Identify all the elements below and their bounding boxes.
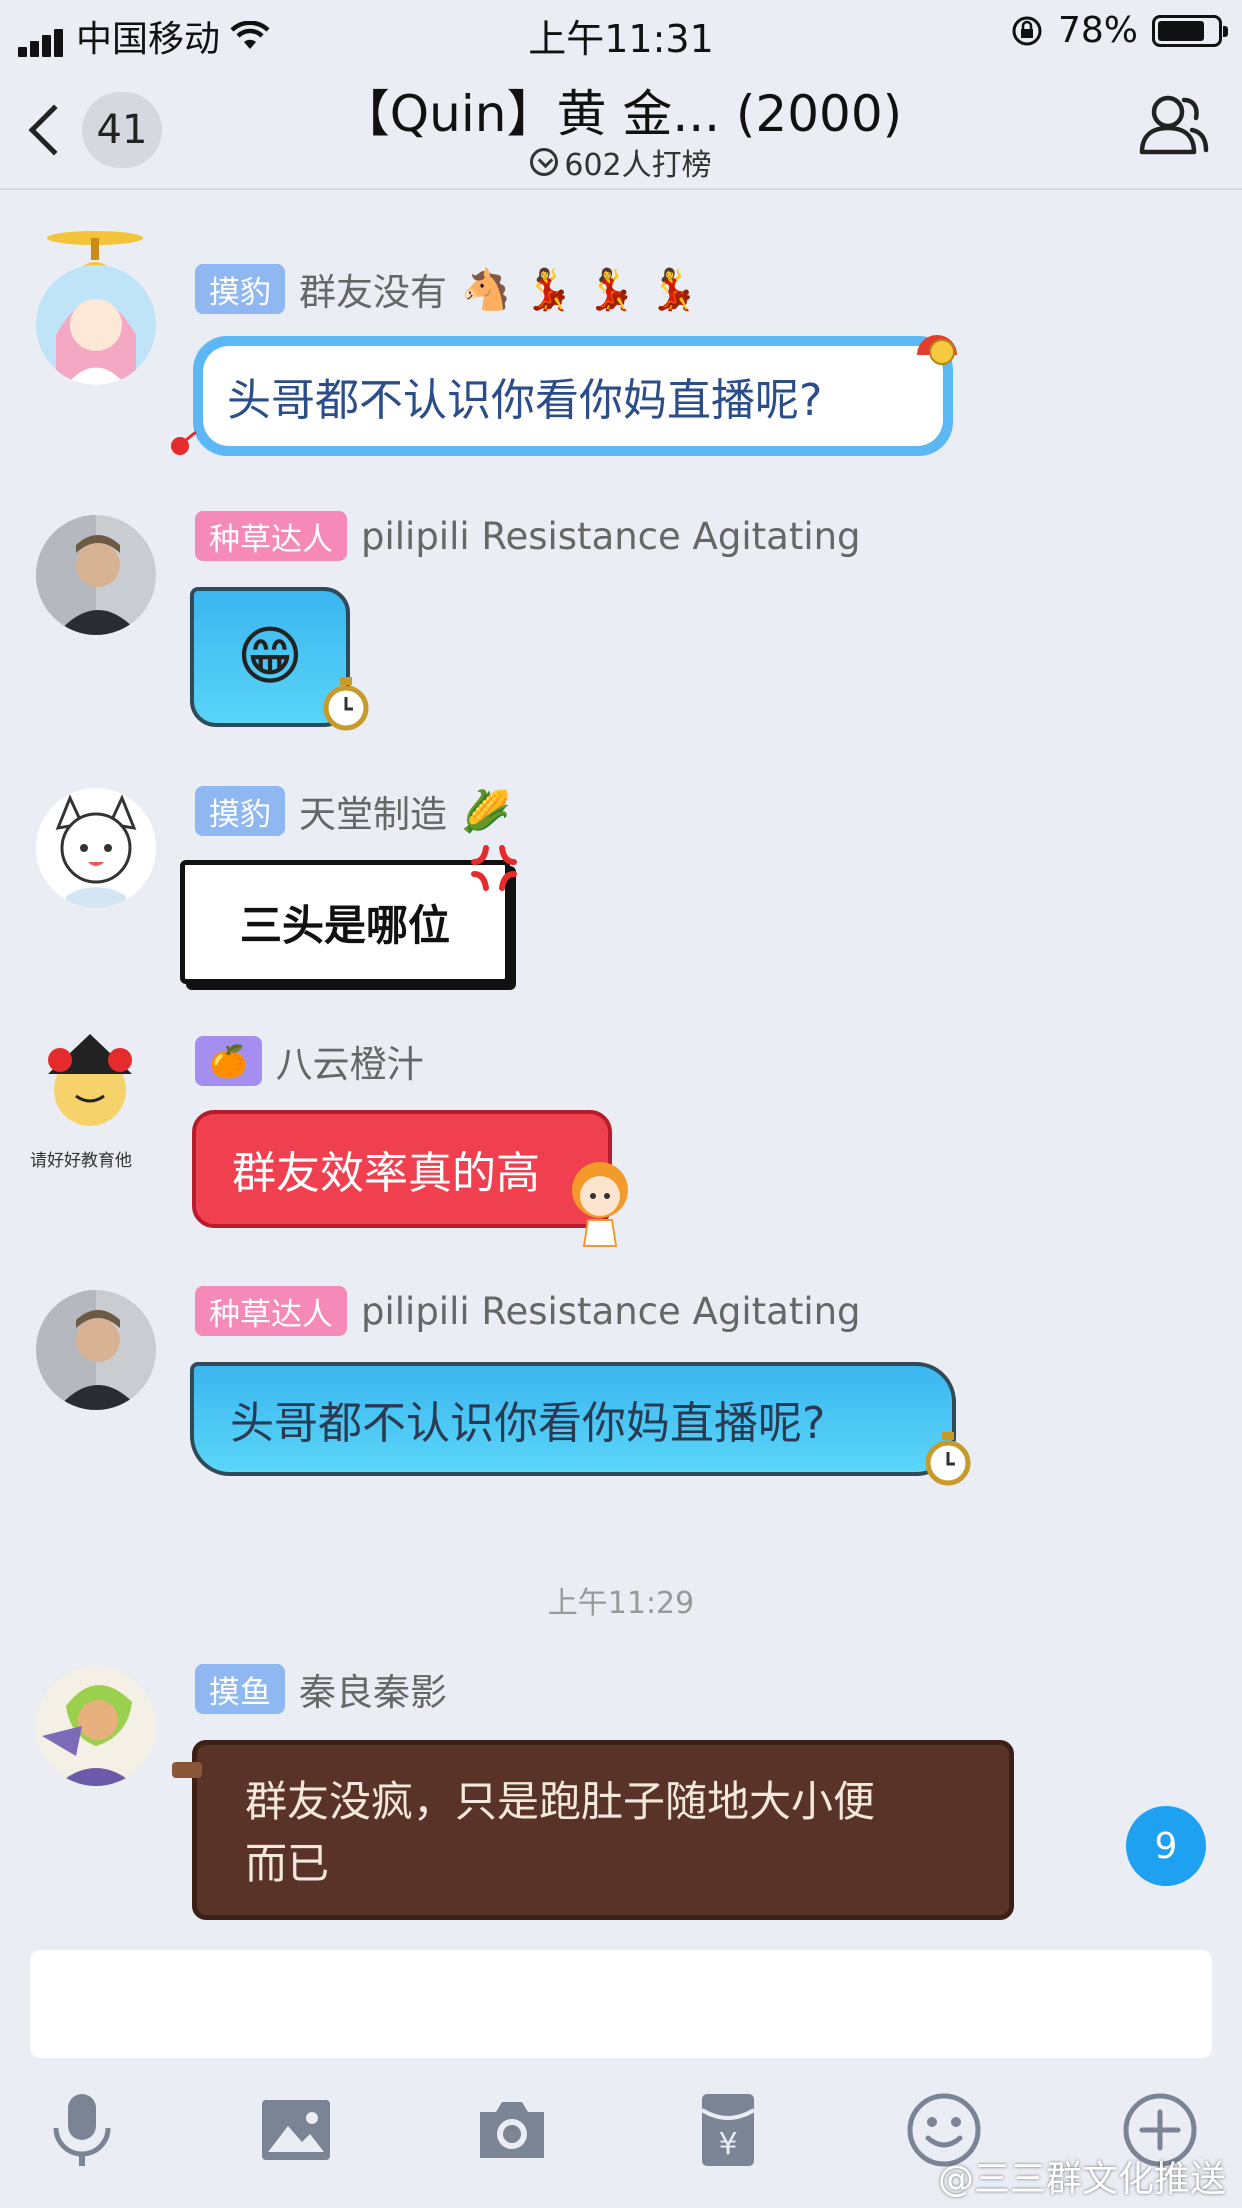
svg-text:¥: ¥ — [718, 2127, 737, 2162]
member-tag: 种草达人 — [195, 1286, 347, 1336]
avatar-caption: 请好好教育他 — [30, 1151, 132, 1170]
sender-line: 摸豹 天堂制造 🌽 — [195, 784, 511, 838]
mic-icon[interactable] — [42, 2090, 122, 2170]
chat-subtitle[interactable]: 602人打榜 — [0, 140, 1242, 184]
group-members-icon[interactable] — [1132, 86, 1212, 166]
ranking-count: 602人打榜 — [564, 148, 712, 183]
sender-name[interactable]: 群友没有 — [299, 262, 447, 316]
message-input[interactable] — [30, 1950, 1212, 2058]
member-tag: 摸豹 — [195, 264, 285, 314]
message-item: 摸豹 天堂制造 🌽 三头是哪位 — [0, 778, 1242, 1008]
sender-name[interactable]: pilipili Resistance Agitating — [361, 1290, 861, 1333]
time-divider: 上午11:29 — [547, 1586, 695, 1621]
message-bubble[interactable]: 三头是哪位 — [180, 860, 510, 984]
sender-line: 种草达人 pilipili Resistance Agitating — [195, 511, 861, 561]
bell-icon — [917, 335, 957, 365]
message-text-line1: 群友没疯，只是跑肚子随地大小便 — [245, 1777, 876, 1826]
pocket-watch-icon — [925, 1432, 971, 1486]
chat-header: 41 【Quin】黄 金... (2000) 602人打榜 — [0, 62, 1242, 190]
member-tag: 🍊 — [195, 1036, 262, 1086]
message-text: 头哥都不认识你看你妈直播呢? — [227, 375, 823, 426]
battery-percent: 78% — [1057, 10, 1138, 51]
name-emojis: 🌽 — [461, 788, 511, 835]
message-text: 😁 — [236, 620, 304, 694]
chevron-circle-icon — [530, 148, 559, 176]
avatar[interactable] — [36, 1290, 156, 1410]
avatar[interactable] — [36, 265, 156, 385]
sticker-girl-icon — [572, 1162, 628, 1247]
image-icon[interactable] — [256, 2090, 336, 2170]
sender-name[interactable]: 八云橙汁 — [276, 1034, 424, 1088]
anger-mark-icon — [471, 845, 517, 891]
message-bubble[interactable]: 头哥都不认识你看你妈直播呢? — [193, 336, 953, 456]
pocket-watch-icon — [323, 677, 369, 731]
message-item: 摸鱼 秦良秦影 群友没疯，只是跑肚子随地大小便 而已 — [0, 1660, 1242, 1940]
name-emojis: 🐴 💃 💃 💃 — [461, 266, 699, 313]
member-tag: 摸豹 — [195, 786, 285, 836]
avatar[interactable] — [36, 515, 156, 635]
member-tag: 种草达人 — [195, 511, 347, 561]
sender-name[interactable]: pilipili Resistance Agitating — [361, 515, 861, 558]
status-bar: 中国移动 上午11:31 78% — [0, 0, 1242, 62]
sender-line: 种草达人 pilipili Resistance Agitating — [195, 1286, 861, 1336]
avatar[interactable]: 请好好教育他 — [20, 1030, 160, 1170]
sender-line: 摸豹 群友没有 🐴 💃 💃 💃 — [195, 262, 698, 316]
battery-icon — [1152, 14, 1228, 47]
message-text: 头哥都不认识你看你妈直播呢? — [230, 1398, 826, 1449]
avatar[interactable] — [36, 788, 156, 908]
message-bubble[interactable]: 群友没疯，只是跑肚子随地大小便 而已 — [192, 1740, 1014, 1920]
sender-line: 摸鱼 秦良秦影 — [195, 1662, 447, 1716]
member-tag: 摸鱼 — [195, 1664, 285, 1714]
camera-icon[interactable] — [472, 2090, 552, 2170]
message-item: 种草达人 pilipili Resistance Agitating 😁 — [0, 505, 1242, 745]
message-text-line2: 而已 — [245, 1839, 330, 1888]
watermark: @三三群文化推送 — [937, 2159, 1226, 2200]
status-right: 78% — [1010, 10, 1228, 51]
message-item: 请好好教育他 🍊 八云橙汁 群友效率真的高 — [0, 1030, 1242, 1250]
message-text: 三头是哪位 — [239, 900, 450, 950]
scroll-ornament — [172, 1762, 202, 1778]
avatar[interactable] — [36, 1666, 156, 1786]
new-messages-badge[interactable]: 9 — [1126, 1806, 1206, 1886]
message-bubble[interactable]: 头哥都不认识你看你妈直播呢? — [190, 1362, 956, 1476]
red-packet-icon[interactable]: ¥ — [688, 2090, 768, 2170]
sender-name[interactable]: 天堂制造 — [299, 784, 447, 838]
message-item: 种草达人 pilipili Resistance Agitating 头哥都不认… — [0, 1280, 1242, 1510]
message-text: 群友效率真的高 — [232, 1148, 540, 1199]
message-item: 摸豹 群友没有 🐴 💃 💃 💃 头哥都不认识你看你妈直播呢? — [0, 220, 1242, 480]
orientation-lock-icon — [1012, 16, 1042, 45]
sender-name[interactable]: 秦良秦影 — [299, 1662, 447, 1716]
chat-title[interactable]: 【Quin】黄 金... (2000) — [0, 74, 1242, 146]
sender-line: 🍊 八云橙汁 — [195, 1034, 424, 1088]
red-dot-icon — [171, 430, 197, 455]
message-bubble[interactable]: 群友效率真的高 — [192, 1110, 612, 1228]
